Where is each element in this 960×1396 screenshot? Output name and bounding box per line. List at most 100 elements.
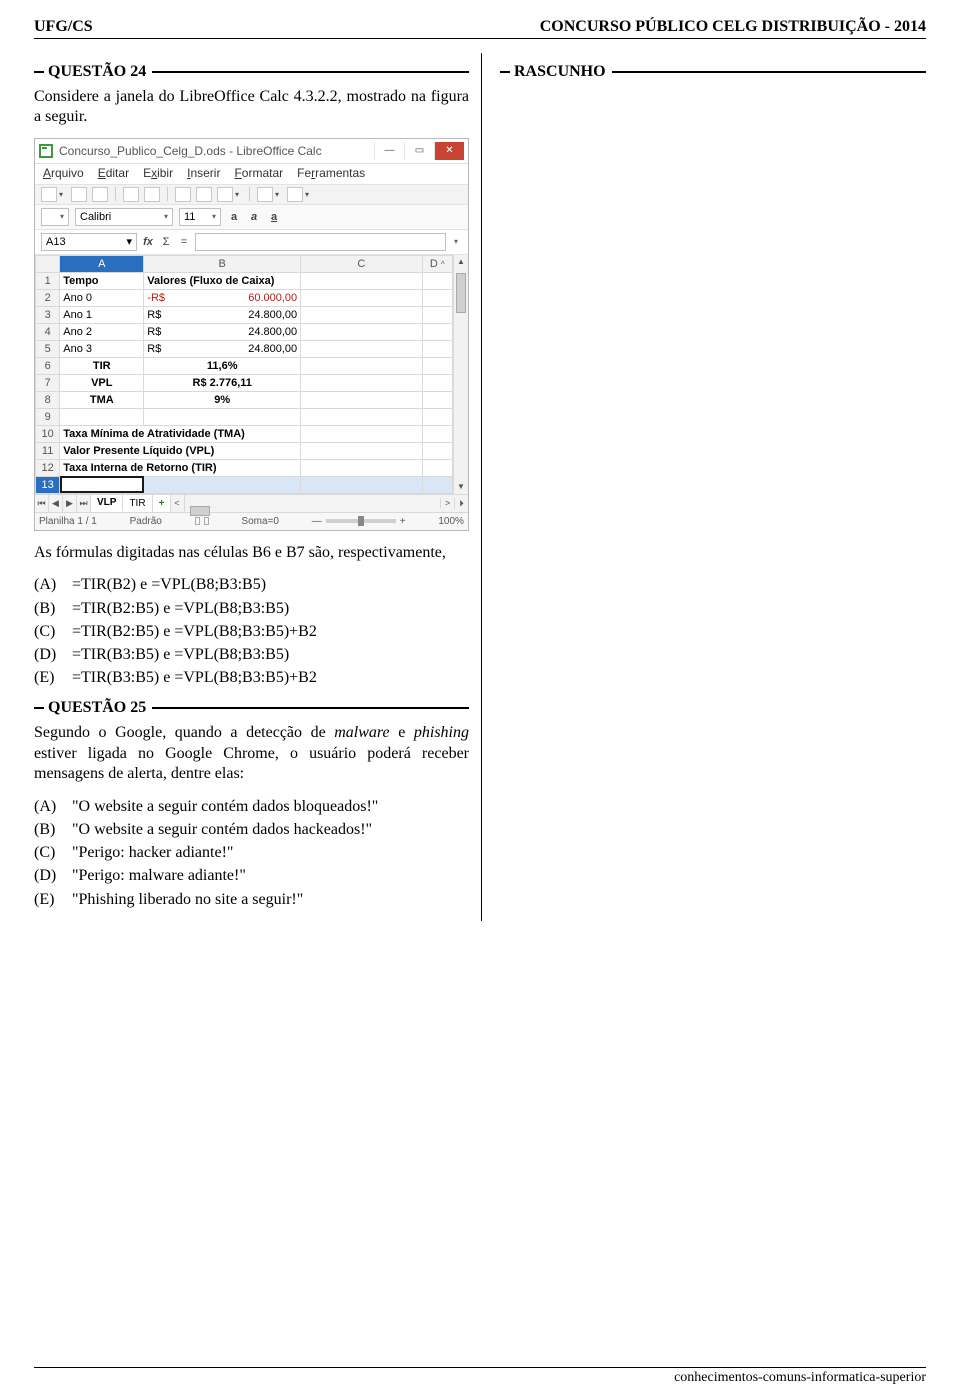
col-header-C[interactable]: C [301,255,422,272]
toolbar-copy-icon[interactable] [196,187,212,202]
cell[interactable]: Ano 2 [60,323,144,340]
status-zoom[interactable]: 100% [438,516,464,527]
cell[interactable]: TMA [60,391,144,408]
col-header-A[interactable]: A [60,255,144,272]
font-size-combo[interactable]: 11▾ [179,208,221,226]
cell[interactable] [60,408,144,425]
cell[interactable] [301,272,422,289]
cell[interactable]: Valores (Fluxo de Caixa) [144,272,301,289]
toolbar-save-icon[interactable] [92,187,108,202]
toolbar-paste-icon[interactable] [217,187,233,202]
window-minimize-button[interactable]: — [374,142,404,160]
cell[interactable] [301,476,422,493]
cell[interactable] [301,357,422,374]
row-header[interactable]: 1 [36,272,60,289]
cell[interactable] [422,289,452,306]
toolbar-cut-icon[interactable] [175,187,191,202]
cell[interactable] [301,391,422,408]
toolbar-redo-icon[interactable] [287,187,303,202]
tab-next-icon[interactable]: ▶ [63,495,77,512]
window-maximize-button[interactable]: ▭ [404,142,434,160]
toolbar-undo-icon[interactable] [257,187,273,202]
vertical-scrollbar[interactable]: ▲ ▼ [453,255,468,494]
hscroll-left-icon[interactable]: < [171,495,185,512]
row-header[interactable]: 11 [36,442,60,459]
apply-style-combo[interactable]: ▾ [41,208,69,226]
row-header[interactable]: 12 [36,459,60,476]
tab-prev-icon[interactable]: ◀ [49,495,63,512]
cell[interactable] [301,408,422,425]
dropdown-icon[interactable]: ▾ [59,191,66,198]
function-equals-icon[interactable]: = [177,236,191,248]
toolbar-open-icon[interactable] [71,187,87,202]
underline-button[interactable]: a [267,210,281,224]
scroll-track[interactable] [454,269,468,480]
dropdown-icon[interactable]: ▾ [235,191,242,198]
window-close-button[interactable]: ✕ [434,142,464,160]
cell[interactable] [144,476,301,493]
cell[interactable]: Taxa Interna de Retorno (TIR) [60,459,301,476]
tab-last-icon[interactable]: ⏭ [77,495,91,512]
zoom-minus-icon[interactable]: — [312,516,322,527]
cell[interactable]: R$24.800,00 [144,306,301,323]
bold-button[interactable]: a [227,210,241,224]
cell[interactable]: Ano 1 [60,306,144,323]
hscroll-end-icon[interactable]: ⏵ [454,498,468,509]
scroll-down-icon[interactable]: ▼ [454,480,468,494]
cell[interactable] [301,459,422,476]
menu-arquivo[interactable]: Arquivo [43,166,84,180]
menu-editar[interactable]: Editar [98,166,129,180]
cell[interactable] [422,459,452,476]
cell[interactable]: R$ 2.776,11 [144,374,301,391]
cell[interactable] [301,442,422,459]
cell[interactable] [301,374,422,391]
toolbar-new-icon[interactable] [41,187,57,202]
cell[interactable] [422,272,452,289]
cell[interactable]: R$24.800,00 [144,323,301,340]
cell[interactable] [301,340,422,357]
menu-formatar[interactable]: Formatar [234,166,283,180]
cell[interactable] [422,408,452,425]
menu-inserir[interactable]: Inserir [187,166,220,180]
cell[interactable]: 9% [144,391,301,408]
cell[interactable] [422,476,452,493]
cell[interactable]: VPL [60,374,144,391]
sum-icon[interactable]: Σ [159,236,173,248]
row-header[interactable]: 3 [36,306,60,323]
menu-ferramentas[interactable]: Ferramentas [297,166,365,180]
hscroll-right-icon[interactable]: > [440,498,454,508]
cell[interactable]: Taxa Mínima de Atratividade (TMA) [60,425,301,442]
cell[interactable] [422,391,452,408]
row-header[interactable]: 10 [36,425,60,442]
row-header[interactable]: 13 [36,476,60,493]
cell[interactable] [144,408,301,425]
dropdown-icon[interactable]: ▾ [305,191,312,198]
menu-exibir[interactable]: Exibir [143,166,173,180]
row-header[interactable]: 7 [36,374,60,391]
cell[interactable] [301,306,422,323]
formula-input[interactable] [195,233,446,251]
row-header[interactable]: 2 [36,289,60,306]
cell[interactable]: -R$60.000,00 [144,289,301,306]
dropdown-icon[interactable]: ▾ [275,191,282,198]
scroll-thumb[interactable] [190,506,210,516]
cell[interactable] [301,425,422,442]
cell[interactable] [301,323,422,340]
row-header[interactable]: 5 [36,340,60,357]
scroll-up-icon[interactable]: ▲ [454,255,468,269]
toolbar-export-pdf-icon[interactable] [123,187,139,202]
cell[interactable]: Ano 0 [60,289,144,306]
cell[interactable]: Tempo [60,272,144,289]
cell[interactable]: Ano 3 [60,340,144,357]
cell[interactable]: 11,6% [144,357,301,374]
scroll-thumb[interactable] [456,273,466,313]
row-header[interactable]: 9 [36,408,60,425]
sheet-tab[interactable]: TIR [123,495,152,512]
toolbar-print-icon[interactable] [144,187,160,202]
cell[interactable] [422,442,452,459]
active-cell[interactable] [60,476,144,493]
cell[interactable] [422,340,452,357]
italic-button[interactable]: a [247,210,261,224]
cell[interactable] [422,374,452,391]
spreadsheet-grid[interactable]: A B C D ^ 1 Tempo Valores (Fluxo de Caix… [35,255,453,494]
